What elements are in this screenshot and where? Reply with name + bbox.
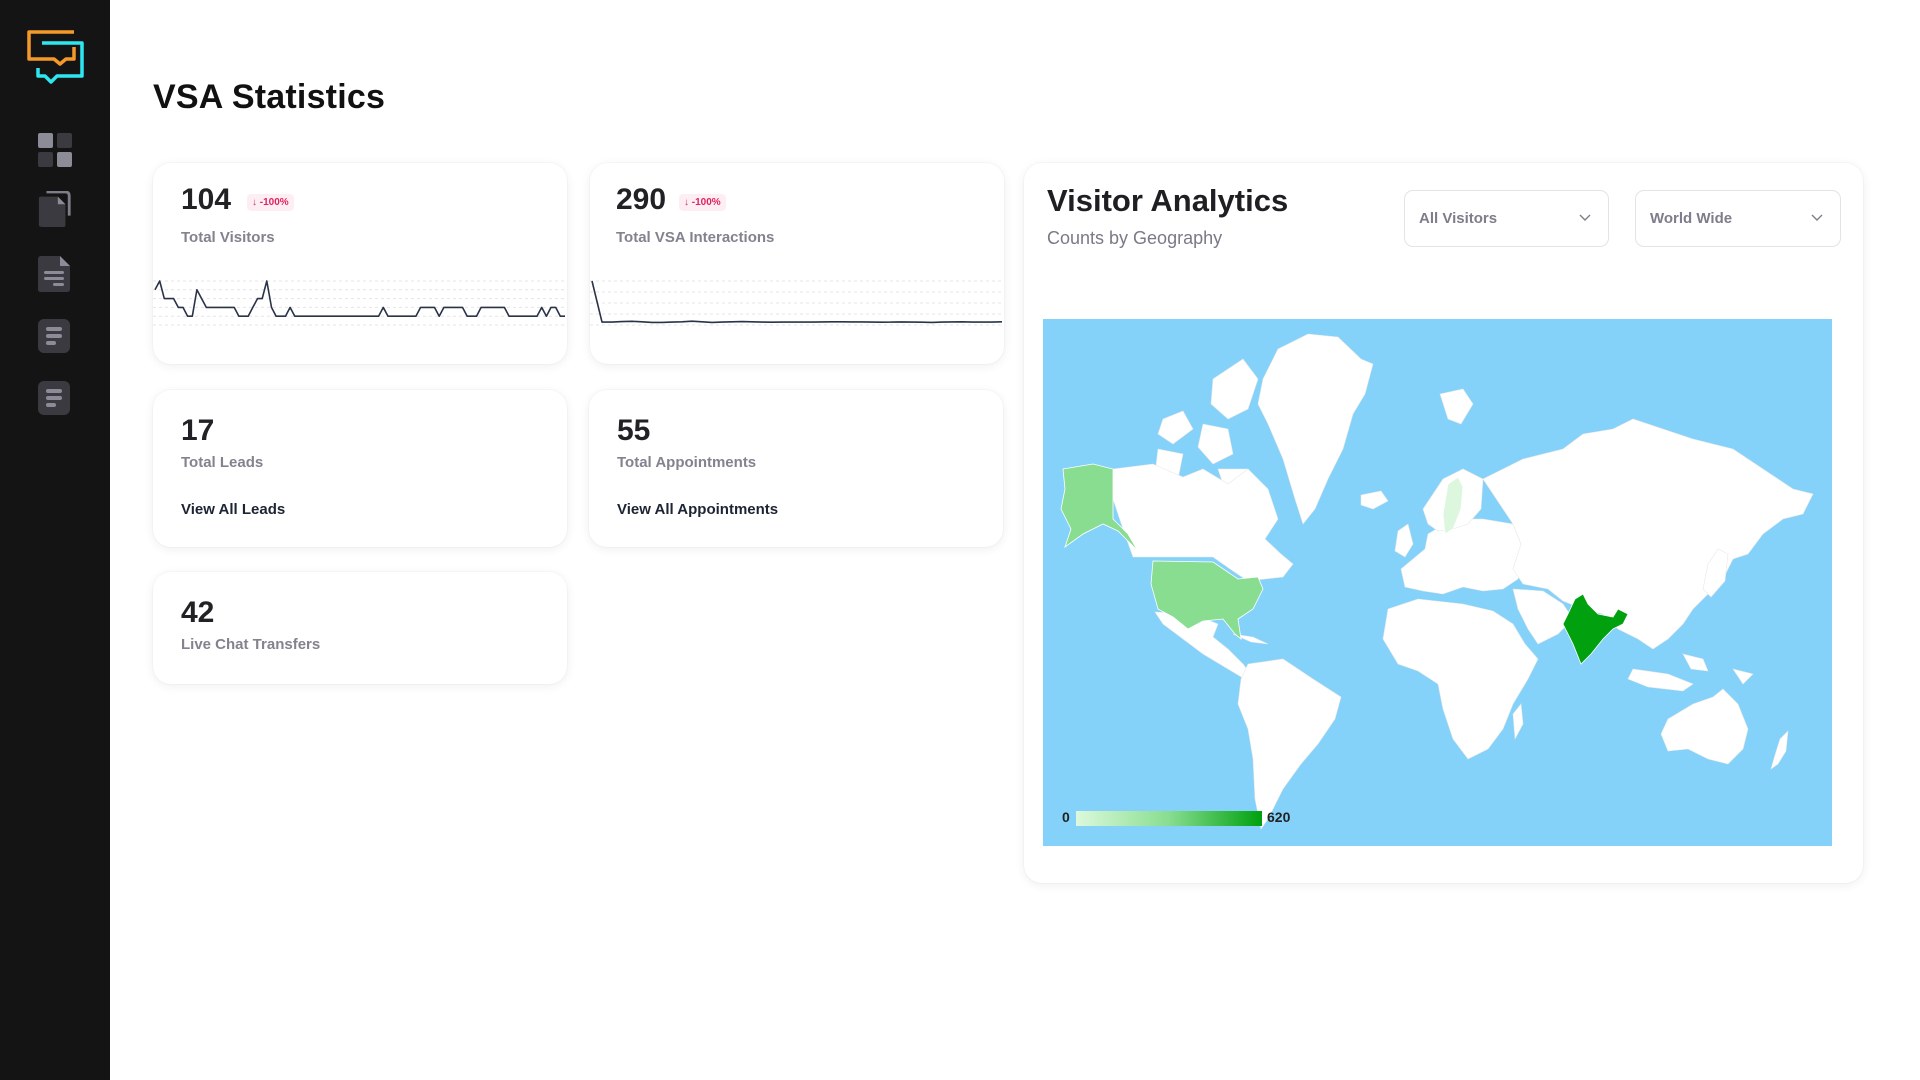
- arrow-down-icon: ↓: [252, 197, 260, 208]
- total-appointments-value: 55: [617, 414, 651, 447]
- change-badge: ↓ -100%: [679, 194, 726, 211]
- region-selected: World Wide: [1650, 210, 1733, 227]
- sparkline-line: [591, 280, 1003, 324]
- list-icon[interactable]: [38, 318, 72, 354]
- text-document-icon[interactable]: [38, 256, 72, 292]
- live-chat-transfers-value: 42: [181, 596, 215, 629]
- sidebar: [0, 0, 110, 1080]
- live-chat-transfers-card: 42 Live Chat Transfers: [153, 572, 567, 684]
- total-visitors-value: 104: [181, 183, 232, 216]
- world-map[interactable]: [1043, 319, 1832, 846]
- total-visitors-card: 104 ↓ -100% Total Visitors: [153, 163, 567, 364]
- total-leads-value: 17: [181, 414, 215, 447]
- south-america: [1237, 658, 1342, 830]
- legend-max-label: 620: [1267, 809, 1291, 825]
- region-dropdown[interactable]: World Wide: [1635, 190, 1841, 247]
- country-new-zealand: [1770, 730, 1789, 770]
- dashboard-grid-icon[interactable]: [38, 132, 72, 168]
- chevron-down-icon: [1811, 214, 1823, 221]
- total-appointments-label: Total Appointments: [617, 454, 757, 471]
- svalbard: [1439, 388, 1474, 425]
- view-all-appointments-link[interactable]: View All Appointments: [617, 501, 778, 518]
- copy-document-icon[interactable]: [38, 191, 72, 227]
- orange-bubble: [27, 30, 76, 66]
- visitor-analytics-subtitle: Counts by Geography: [1047, 228, 1223, 248]
- list-icon[interactable]: [38, 380, 72, 416]
- total-leads-card: 17 Total Leads View All Leads: [153, 390, 567, 547]
- interactions-sparkline: [590, 280, 1004, 326]
- southeast-asia-islands: [1627, 653, 1754, 692]
- arrow-down-icon: ↓: [684, 197, 692, 208]
- visitor-type-dropdown[interactable]: All Visitors: [1404, 190, 1609, 247]
- visitor-analytics-title: Visitor Analytics: [1047, 183, 1289, 218]
- total-visitors-label: Total Visitors: [181, 229, 275, 246]
- country-uk: [1394, 523, 1414, 558]
- live-chat-transfers-label: Live Chat Transfers: [181, 636, 321, 653]
- change-badge: ↓ -100%: [247, 194, 294, 211]
- total-appointments-card: 55 Total Appointments View All Appointme…: [589, 390, 1003, 547]
- visitors-sparkline: [153, 280, 567, 326]
- page-title: VSA Statistics: [153, 78, 386, 116]
- total-vsa-interactions-label: Total VSA Interactions: [616, 229, 775, 246]
- total-vsa-interactions-value: 290: [616, 183, 667, 216]
- world-map-svg: [1060, 333, 1814, 830]
- total-vsa-interactions-card: 290 ↓ -100% Total VSA Interactions: [590, 163, 1004, 364]
- chat-bubbles-logo[interactable]: [26, 30, 86, 84]
- country-greenland: [1257, 333, 1374, 525]
- legend-gradient-bar: [1076, 811, 1262, 826]
- total-leads-label: Total Leads: [181, 454, 264, 471]
- europe: [1400, 518, 1524, 595]
- visitor-type-selected: All Visitors: [1419, 210, 1498, 227]
- chevron-down-icon: [1579, 214, 1591, 221]
- country-australia: [1660, 688, 1749, 765]
- country-iceland: [1360, 490, 1389, 510]
- country-madagascar: [1512, 703, 1524, 741]
- view-all-leads-link[interactable]: View All Leads: [181, 501, 285, 518]
- legend-min-label: 0: [1062, 809, 1070, 825]
